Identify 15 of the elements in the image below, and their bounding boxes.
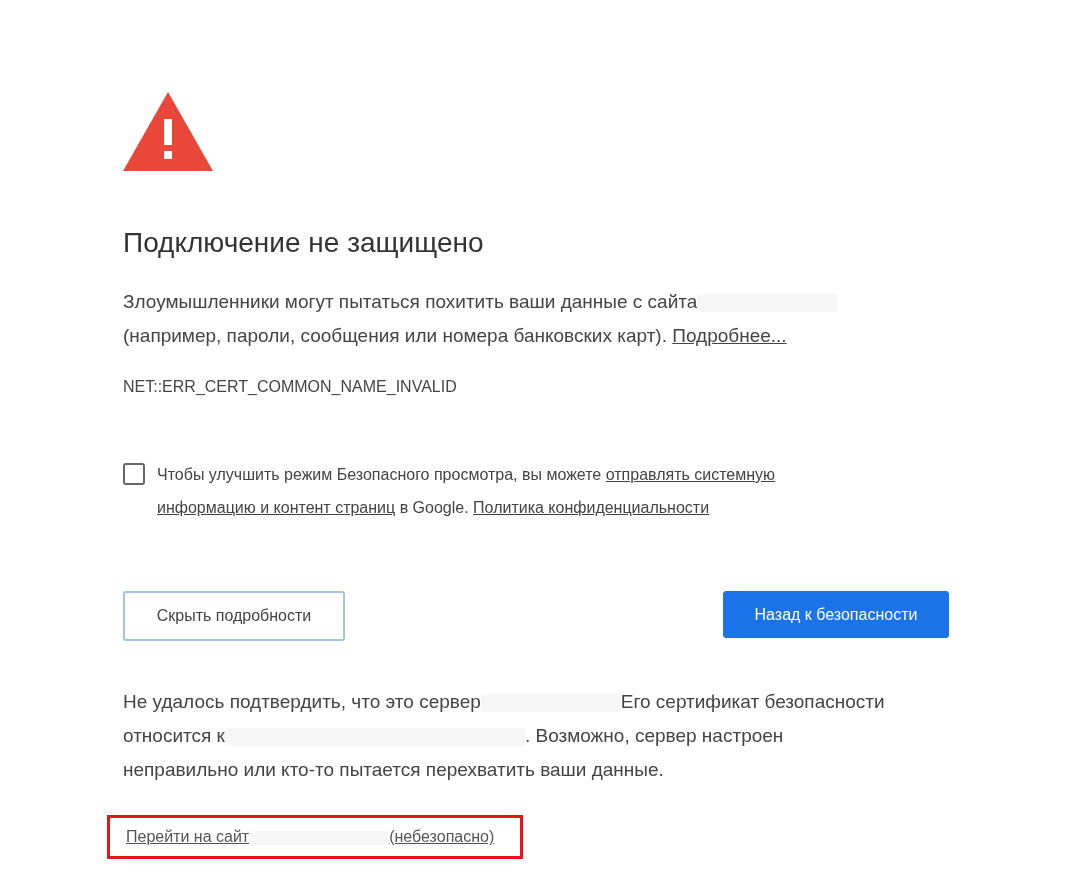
back-to-safety-button[interactable]: Назад к безопасности [723, 591, 949, 638]
link[interactable]: (небезопасно) [389, 828, 495, 845]
link[interactable]: Перейти на сайт [126, 828, 250, 845]
link[interactable]: информацию и контент страниц [157, 499, 396, 516]
link[interactable]: Подробнее... [672, 325, 787, 346]
checkbox[interactable] [123, 463, 145, 485]
error-code: NET::ERR_CERT_COMMON_NAME_INVALID [123, 378, 458, 396]
warning-icon [123, 92, 213, 171]
hide-details-button[interactable]: Скрыть подробности [123, 591, 345, 641]
link[interactable]: отправлять системную [605, 466, 776, 483]
details-text: Не удалось подтвердить, что это сервер Его сертификат безопасности относится к . Возможно, сервер настроен неправильно или кто-то пытается перехватить ваши данные. [123, 690, 886, 782]
link[interactable]: Политика конфиденциальности [473, 499, 710, 516]
warning-message: Злоумышленники могут пытаться похитить ваши данные с сайта (например, пароли, сообщения или номера банковских карт). Подробнее... [123, 285, 949, 353]
opt-in-text: Чтобы улучшить режим Безопасного просмотра, вы можете отправлять системную информацию и контент страниц в Google. Политика конфиденциальности [157, 465, 777, 518]
page-title: Подключение не защищено [123, 226, 485, 260]
